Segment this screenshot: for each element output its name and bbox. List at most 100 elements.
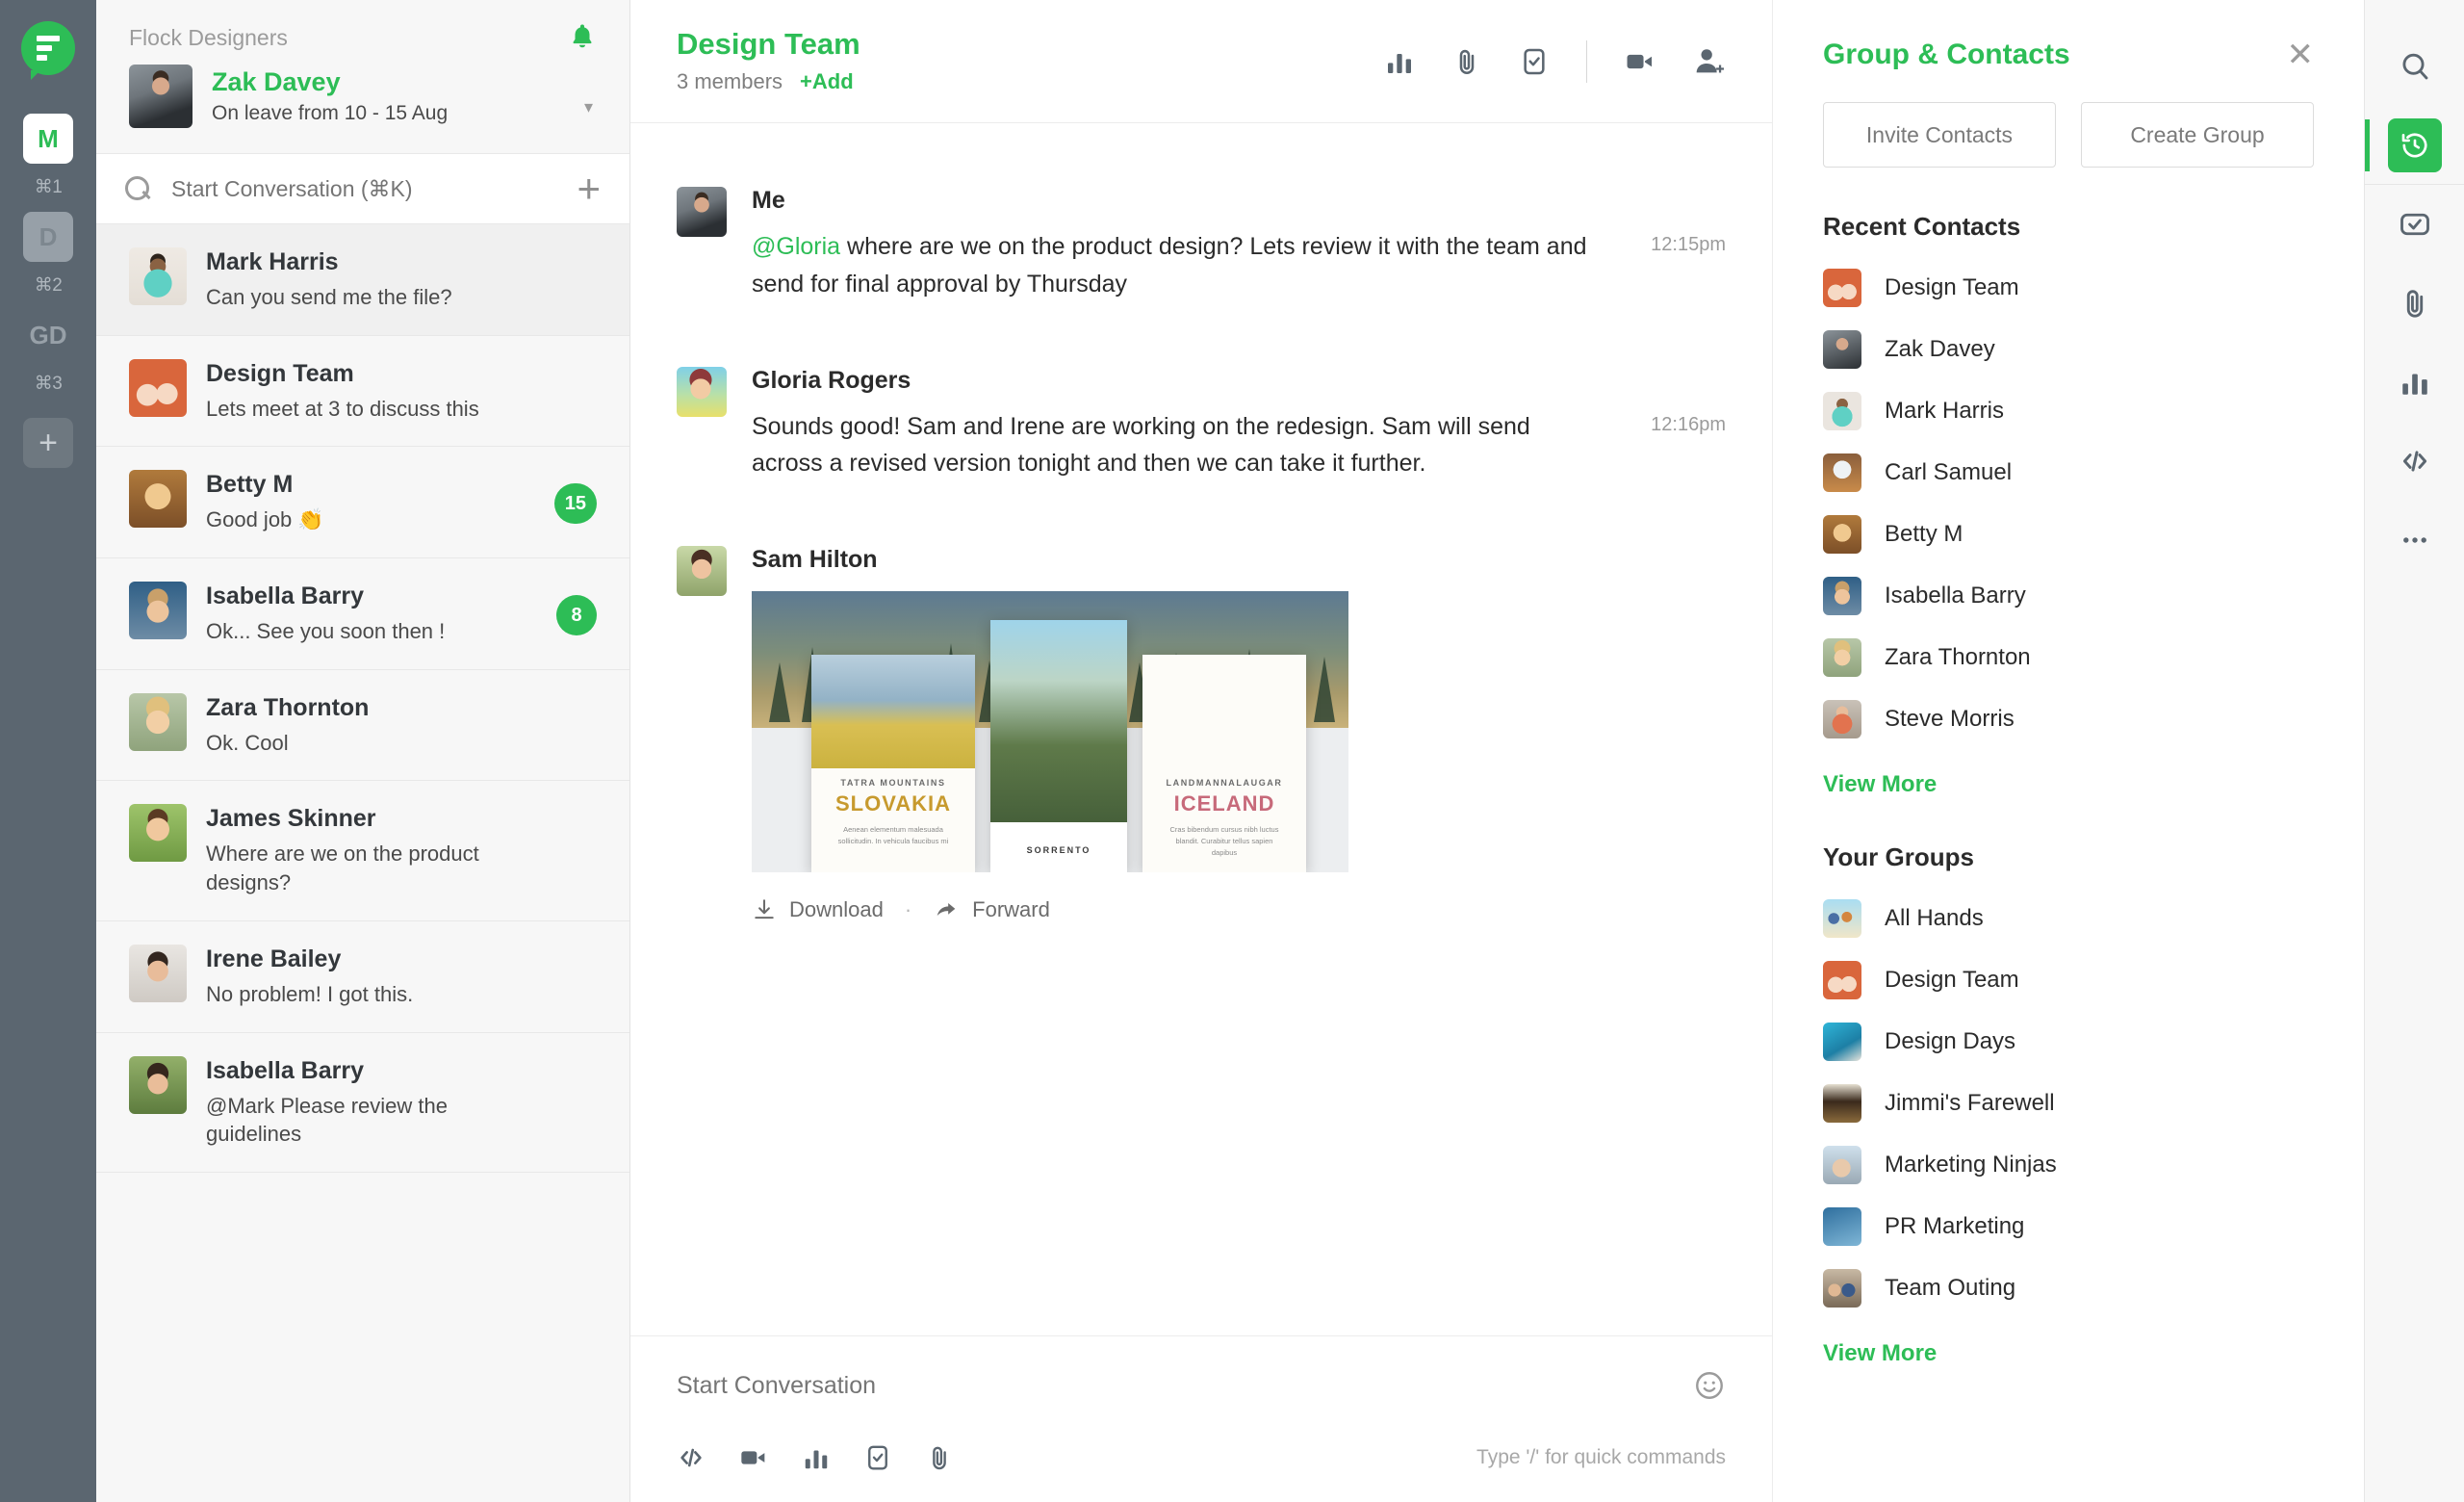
list-item[interactable]: Irene Bailey No problem! I got this. [96,921,629,1033]
attachment-icon[interactable] [2365,264,2464,343]
list-item[interactable]: Zara Thornton Ok. Cool [96,670,629,782]
list-item[interactable]: Team Outing [1823,1257,2314,1319]
todo-icon[interactable] [2365,185,2464,264]
conversation-name: Isabella Barry [206,582,543,610]
search-icon[interactable] [2365,27,2464,106]
list-item[interactable]: Zara Thornton [1823,627,2314,688]
poster-photo [1142,655,1306,768]
list-item[interactable]: Jimmi's Farewell [1823,1073,2314,1134]
history-icon[interactable] [2365,106,2464,185]
download-label: Download [789,897,884,922]
more-icon[interactable] [2365,501,2464,580]
todo-icon[interactable] [863,1443,892,1472]
list-item[interactable]: Carl Samuel [1823,442,2314,504]
list-item[interactable]: Betty M [1823,504,2314,565]
list-item[interactable]: Design Days [1823,1011,2314,1073]
poll-icon[interactable] [1384,46,1415,77]
list-item[interactable]: PR Marketing [1823,1196,2314,1257]
video-camera-icon[interactable] [1624,45,1656,78]
list-item[interactable]: All Hands [1823,888,2314,949]
conversation-name: Mark Harris [206,247,543,276]
poster-body: Aenean elementum malesuada sollicitudin.… [825,824,962,847]
add-person-icon[interactable] [1693,45,1726,78]
conversation-name: Design Team [206,359,543,388]
download-button[interactable]: Download [752,897,884,922]
recent-contacts-view-more[interactable]: View More [1823,771,2314,798]
team-shortcut-3: ⌘3 [35,373,63,395]
avatar [129,945,187,1002]
list-item[interactable]: Isabella Barry [1823,565,2314,627]
attachment-icon[interactable] [925,1443,954,1472]
avatar [1823,392,1861,430]
code-icon[interactable] [2365,422,2464,501]
sidebar-header: Flock Designers [96,0,629,51]
list-item[interactable]: Design Team Lets meet at 3 to discuss th… [96,336,629,448]
video-camera-icon[interactable] [738,1442,769,1473]
list-item[interactable]: Isabella Barry Ok... See you soon then !… [96,558,629,670]
action-separator: · [905,897,911,922]
message: Gloria Rogers Sounds good! Sam and Irene… [677,367,1726,483]
group-name: Team Outing [1885,1275,2015,1302]
team-avatar-gd[interactable]: GD [23,310,73,360]
create-group-button[interactable]: Create Group [2081,102,2314,168]
message-input[interactable] [677,1372,1693,1400]
list-item[interactable]: Steve Morris [1823,688,2314,750]
your-groups-view-more[interactable]: View More [1823,1340,2314,1367]
recent-contacts-list: Design Team Zak Davey Mark Harris Carl S… [1823,257,2314,750]
chevron-down-icon[interactable]: ▾ [584,97,593,117]
user-status: On leave from 10 - 15 Aug [212,102,448,125]
list-item[interactable]: Design Team [1823,257,2314,319]
list-item[interactable]: Marketing Ninjas [1823,1134,2314,1196]
list-item[interactable]: Isabella Barry @Mark Please review the g… [96,1033,629,1173]
list-item[interactable]: Mark Harris [1823,380,2314,442]
avatar [1823,1269,1861,1308]
list-item-text: Design Team Lets meet at 3 to discuss th… [206,359,601,424]
code-icon[interactable] [677,1443,706,1472]
divider [1586,40,1587,83]
your-groups-heading: Your Groups [1823,842,2314,872]
invite-contacts-button[interactable]: Invite Contacts [1823,102,2056,168]
avatar [1823,1023,1861,1061]
poll-icon[interactable] [802,1443,831,1472]
todo-icon[interactable] [1519,46,1550,77]
avatar [129,804,187,862]
search-input[interactable] [171,176,577,202]
mention-token[interactable]: @Gloria [752,233,840,260]
avatar [677,187,727,237]
search-icon [125,176,150,201]
flock-logo-icon[interactable] [21,21,75,75]
team-switcher-3[interactable]: GD [23,310,73,360]
forward-button[interactable]: Forward [933,897,1050,922]
poll-icon[interactable] [2365,343,2464,422]
team-switcher-1[interactable]: M [23,114,73,164]
list-item[interactable]: Zak Davey [1823,319,2314,380]
attachment-preview-image[interactable]: TATRA MOUNTAINS SLOVAKIA Aenean elementu… [752,591,1348,872]
list-item[interactable]: Betty M Good job 👏 15 [96,447,629,558]
team-rail: M ⌘1 D ⌘2 GD ⌘3 + [0,0,96,1502]
group-name: Design Team [1885,967,2019,994]
plus-icon[interactable]: + [577,168,601,209]
avatar [1823,899,1861,938]
team-switcher-2[interactable]: D [23,212,73,262]
list-item-text: Zara Thornton Ok. Cool [206,693,601,758]
team-avatar-d[interactable]: D [23,212,73,262]
add-team-button[interactable]: + [23,418,73,468]
message-attachment[interactable]: TATRA MOUNTAINS SLOVAKIA Aenean elementu… [752,591,1726,922]
composer-input-row [677,1369,1726,1402]
avatar [129,470,187,528]
list-item-text: Mark Harris Can you send me the file? [206,247,601,312]
emoji-icon[interactable] [1693,1369,1726,1402]
user-profile-row[interactable]: Zak Davey On leave from 10 - 15 Aug ▾ [96,51,629,153]
sidebar-search-bar[interactable]: + [96,153,629,224]
avatar [1823,453,1861,492]
attachment-icon[interactable] [1451,46,1482,77]
add-member-button[interactable]: +Add [800,69,854,94]
list-item[interactable]: Mark Harris Can you send me the file? [96,224,629,336]
unread-badge: 8 [556,595,597,635]
list-item[interactable]: James Skinner Where are we on the produc… [96,781,629,920]
conversation-preview: Ok. Cool [206,729,543,758]
list-item[interactable]: Design Team [1823,949,2314,1011]
close-icon[interactable]: ✕ [2287,39,2315,71]
attachment-actions: Download · Forward [752,897,1726,922]
team-avatar-m[interactable]: M [23,114,73,164]
